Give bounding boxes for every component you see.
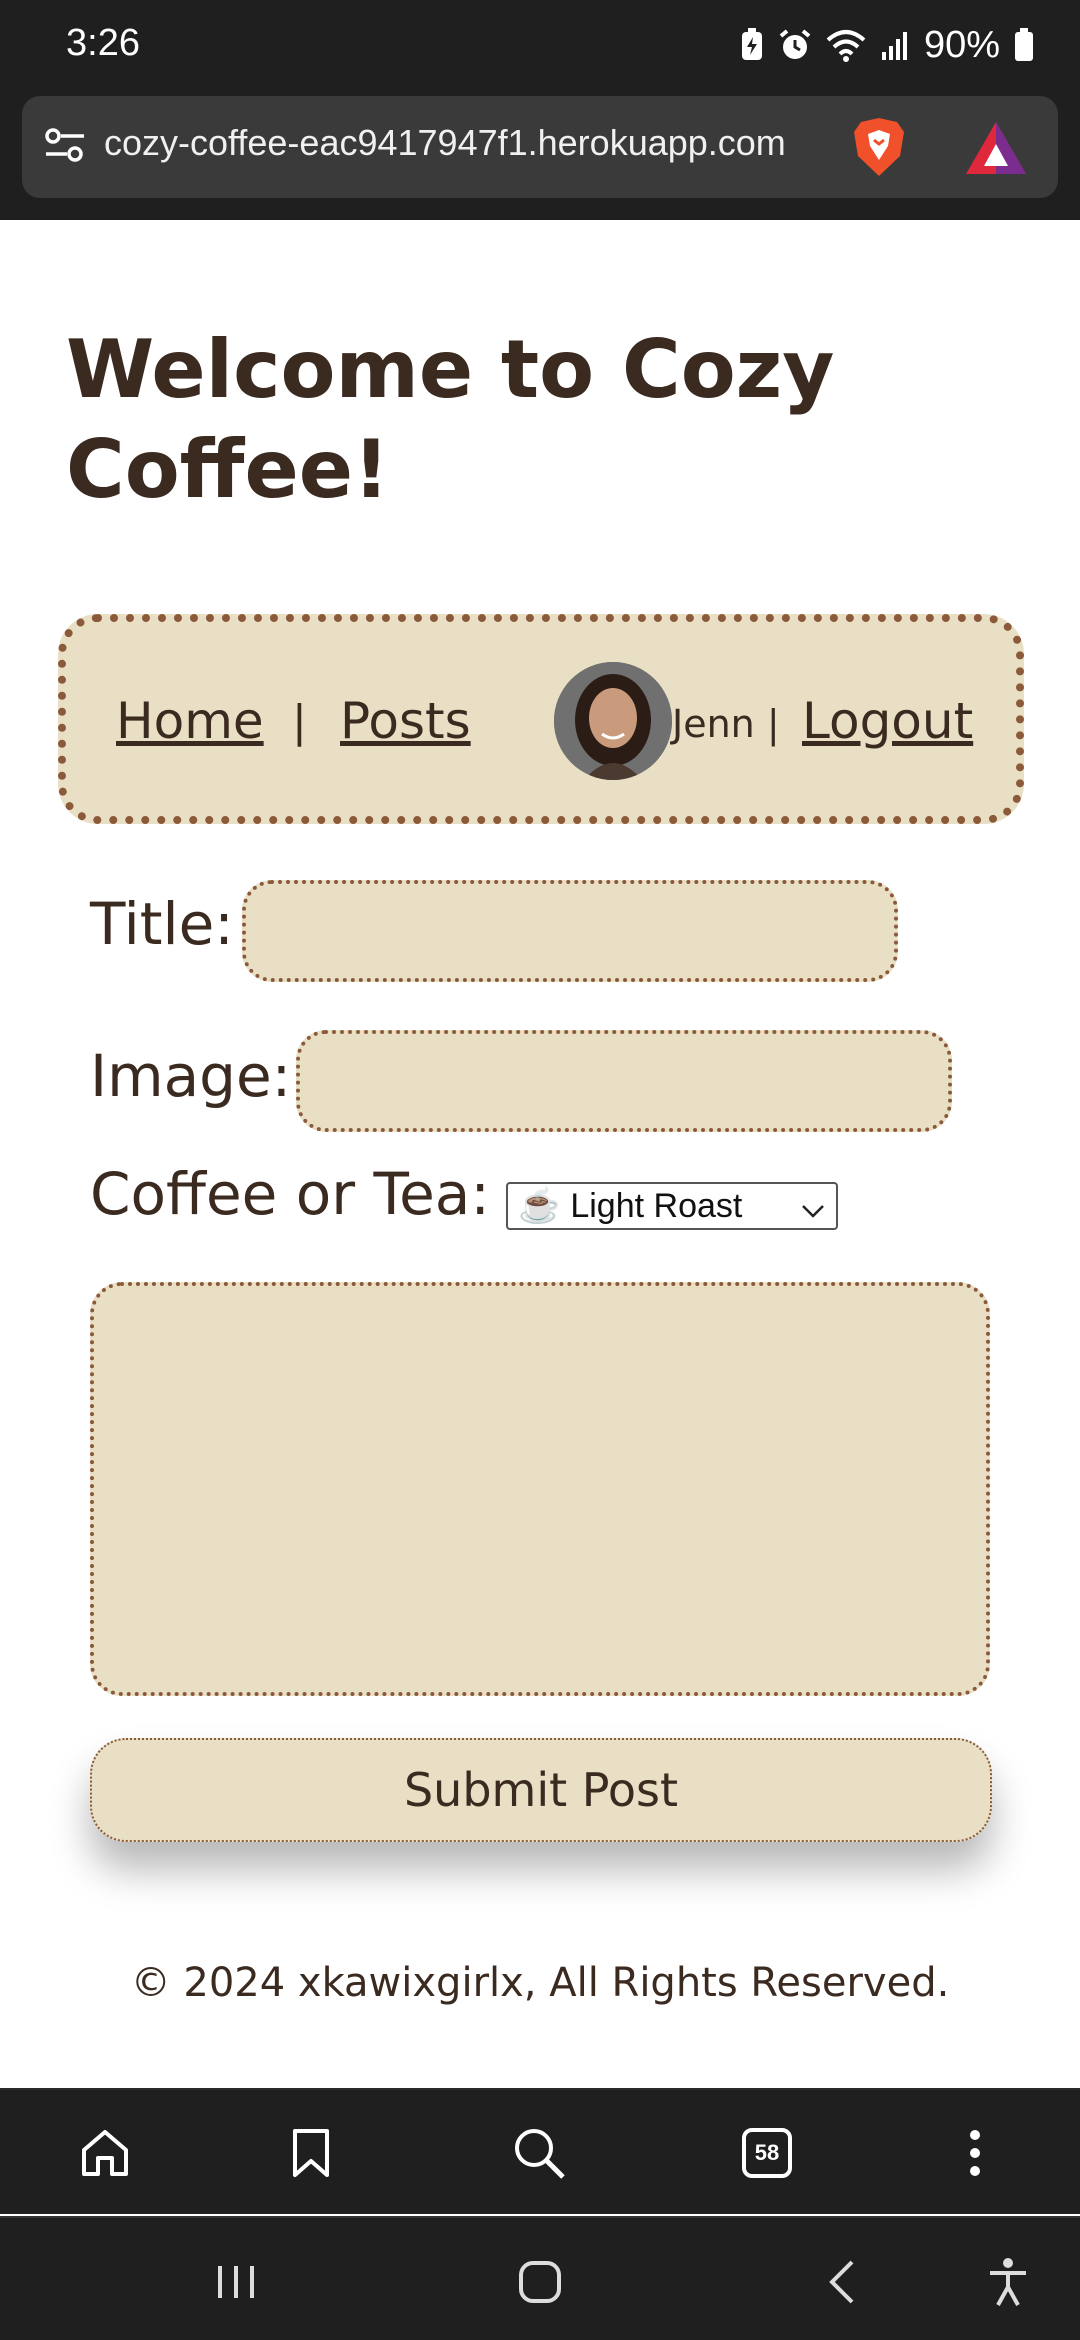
brave-rewards-icon[interactable]	[964, 120, 1028, 180]
url-text[interactable]: cozy-coffee-eac9417947f1.herokuapp.com	[104, 122, 786, 164]
page-title: Welcome to Cozy Coffee!	[66, 323, 835, 516]
title-input[interactable]	[242, 880, 898, 982]
site-nav: Home | Posts Jenn | Logout	[58, 614, 1024, 824]
home-icon[interactable]	[70, 2118, 140, 2188]
battery-percent: 90%	[923, 23, 1000, 66]
image-input[interactable]	[296, 1030, 952, 1132]
browser-toolbar-bottom: 58	[0, 2088, 1080, 2214]
battery-icon	[1014, 28, 1034, 62]
nav-separator: |	[292, 696, 307, 747]
user-name: Jenn |	[672, 702, 780, 746]
nav-logout-link[interactable]: Logout	[802, 692, 973, 750]
coffee-or-tea-label: Coffee or Tea:	[90, 1160, 490, 1228]
tabs-button[interactable]: 58	[732, 2118, 802, 2188]
chevron-down-icon	[800, 1194, 826, 1233]
avatar	[554, 662, 672, 780]
nav-home-link[interactable]: Home	[116, 692, 264, 750]
signal-icon	[880, 28, 910, 62]
back-icon[interactable]	[812, 2252, 872, 2312]
recent-apps-icon[interactable]	[206, 2252, 266, 2312]
coffee-or-tea-select[interactable]: ☕ Light Roast	[506, 1182, 838, 1230]
image-label: Image:	[90, 1042, 292, 1110]
status-time: 3:26	[66, 22, 140, 64]
system-nav-bar	[0, 2216, 1080, 2340]
battery-saver-icon	[740, 28, 764, 62]
more-options-icon[interactable]	[940, 2118, 1010, 2188]
status-icons: 90%	[740, 22, 1034, 68]
address-bar[interactable]: cozy-coffee-eac9417947f1.herokuapp.com	[22, 96, 1058, 198]
accessibility-icon[interactable]	[978, 2252, 1038, 2312]
selected-option: Light Roast	[570, 1186, 743, 1225]
tab-count: 58	[742, 2128, 792, 2178]
footer-copyright: © 2024 xkawixgirlx, All Rights Reserved.	[130, 1960, 950, 2006]
browser-toolbar-top: cozy-coffee-eac9417947f1.herokuapp.com	[0, 90, 1080, 220]
post-body-textarea[interactable]	[90, 1282, 990, 1696]
home-nav-icon[interactable]	[510, 2252, 570, 2312]
status-bar: 3:26 90%	[0, 0, 1080, 90]
coffee-cup-icon: ☕	[518, 1187, 561, 1225]
site-settings-icon[interactable]	[44, 124, 86, 170]
submit-post-button[interactable]: Submit Post	[90, 1738, 992, 1842]
nav-posts-link[interactable]: Posts	[340, 692, 471, 750]
wifi-icon	[826, 28, 866, 62]
search-icon[interactable]	[504, 2118, 574, 2188]
page-content: Welcome to Cozy Coffee! Home | Posts Jen…	[0, 220, 1080, 2088]
alarm-icon	[778, 28, 812, 62]
bookmark-icon[interactable]	[276, 2118, 346, 2188]
title-label: Title:	[90, 890, 234, 958]
brave-shields-icon[interactable]	[850, 116, 908, 182]
